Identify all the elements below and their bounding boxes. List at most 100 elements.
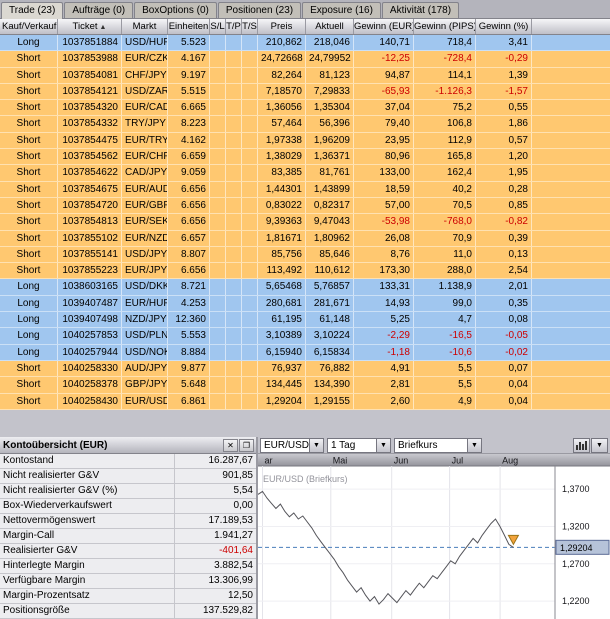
cell-sl [210, 214, 226, 230]
cell-tp [226, 132, 242, 149]
price-chart-svg: ar Mai Jun Jul Aug 1,3700 1,3200 1,2700 1,2200 1,… [258, 454, 610, 619]
tab-boxoptions-0[interactable]: BoxOptions (0) [134, 2, 217, 18]
price-chart[interactable]: ar Mai Jun Jul Aug 1,3700 1,3200 1,2700 1,2200 1,… [258, 454, 610, 619]
trade-row[interactable]: Short 1037854813 EUR/SEK 6.656 9,39363 9,4704… [0, 214, 610, 231]
column-header-gain-pips[interactable]: Gewinn (PIPS) [414, 19, 476, 34]
tab-exposure-16[interactable]: Exposure (16) [302, 2, 381, 18]
column-header-sl[interactable]: S/L [210, 19, 226, 34]
cell-current: 5,76857 [306, 279, 354, 295]
cell-gain-eur: 80,96 [354, 149, 414, 165]
trade-row[interactable]: Short 1037854622 CAD/JPY 9.059 83,385 81,761 1… [0, 165, 610, 182]
cell-ts [242, 230, 258, 246]
cell-units: 8.807 [168, 246, 210, 263]
instrument-select[interactable]: EUR/USD ▼ [260, 437, 324, 453]
trade-row[interactable]: Short 1037854675 EUR/AUD 6.656 1,44301 1,4389… [0, 181, 610, 198]
cell-filler [532, 361, 610, 376]
cell-side: Short [0, 360, 58, 377]
cell-side: Short [0, 83, 58, 100]
close-icon[interactable]: ✕ [223, 438, 238, 452]
trade-row[interactable]: Short 1037853988 EUR/CZK 4.167 24,72668 24,79… [0, 51, 610, 68]
tab-aktivität-178[interactable]: Aktivität (178) [381, 2, 460, 18]
account-row-label: Verfügbare Margin [0, 574, 175, 588]
cell-gain-pips: 165,8 [414, 149, 476, 165]
trade-row[interactable]: Short 1037854320 EUR/CAD 6.665 1,36056 1,3530… [0, 100, 610, 117]
column-header-side[interactable]: Kauf/Verkauf [0, 19, 58, 34]
trade-row[interactable]: Short 1037854720 EUR/GBP 6.656 0,83022 0,8231… [0, 197, 610, 215]
column-header-gain-pct[interactable]: Gewinn (%) [476, 19, 532, 34]
column-header-gain-eur[interactable]: Gewinn (EUR) [354, 19, 414, 34]
trade-row[interactable]: Short 1037854121 USD/ZAR 5.515 7,18570 7,2983… [0, 83, 610, 101]
cell-sl [210, 149, 226, 165]
trade-row[interactable]: Long 1040257944 USD/NOK 8.884 6,15940 6,15834… [0, 344, 610, 361]
trading-app-window: Trade (23) Aufträge (0) BoxOptions (0) Posi… [0, 0, 610, 619]
trade-row[interactable]: Long 1037851884 USD/HUF 5.523 210,862 218,046… [0, 35, 610, 52]
trade-row[interactable]: Short 1040258378 GBP/JPY 5.648 134,445 134,39… [0, 377, 610, 394]
cell-tp [226, 360, 242, 377]
cell-gain-eur: -2,29 [354, 328, 414, 344]
cell-gain-pips: 288,0 [414, 263, 476, 279]
cell-side: Short [0, 67, 58, 83]
cell-filler [532, 51, 610, 66]
column-header-ts[interactable]: T/S [242, 19, 258, 34]
chart-type-button[interactable] [573, 437, 590, 453]
interval-select[interactable]: 1 Tag ▼ [327, 437, 391, 453]
trade-row[interactable]: Long 1040257853 USD/PLN 5.553 3,10389 3,10224… [0, 328, 610, 345]
bar-chart-icon [576, 440, 587, 450]
price-type-select[interactable]: Briefkurs ▼ [394, 437, 482, 453]
tab-trade-23[interactable]: Trade (23) [1, 2, 64, 19]
cell-price: 1,97338 [258, 132, 306, 149]
cell-current: 81,123 [306, 67, 354, 83]
trade-row[interactable]: Short 1037854081 CHF/JPY 9.197 82,264 81,123 9… [0, 67, 610, 84]
trade-row[interactable]: Short 1037854562 EUR/CHF 6.659 1,38029 1,3637… [0, 149, 610, 166]
account-row-label: Positionsgröße [0, 604, 175, 618]
account-row-nettovermögenswert: Nettovermögenswert 17.189,53 [0, 514, 256, 529]
cell-gain-pct: 2,54 [476, 263, 532, 279]
cell-ticket: 1040258430 [58, 393, 122, 409]
cell-ticket: 1037855102 [58, 230, 122, 246]
cell-filler [532, 377, 610, 392]
cell-market: EUR/SEK [122, 214, 168, 230]
tab-bar: Trade (23) Aufträge (0) BoxOptions (0) Posi… [0, 0, 610, 19]
column-header-ticket[interactable]: Ticket ▲ [58, 19, 122, 34]
trade-row[interactable]: Long 1039407498 NZD/JPY 12.360 61,195 61,148 5… [0, 312, 610, 329]
cell-side: Short [0, 393, 58, 409]
sort-ascending-icon: ▲ [99, 24, 107, 31]
cell-sl [210, 197, 226, 214]
cell-gain-pips: 114,1 [414, 67, 476, 83]
column-header-current[interactable]: Aktuell [306, 19, 354, 34]
column-header-tp[interactable]: T/P [226, 19, 242, 34]
cell-market: EUR/CZK [122, 51, 168, 67]
trade-row[interactable]: Long 1039407487 EUR/HUF 4.253 280,681 281,671… [0, 295, 610, 313]
cell-units: 5.523 [168, 35, 210, 51]
trade-row[interactable]: Short 1037854475 EUR/TRY 4.162 1,97338 1,9620… [0, 132, 610, 150]
chevron-down-icon: ▼ [467, 438, 481, 452]
column-header-units[interactable]: Einheiten [168, 19, 210, 34]
trade-row[interactable]: Short 1037855102 EUR/NZD 6.657 1,81671 1,8096… [0, 230, 610, 247]
cell-gain-eur: -12,25 [354, 51, 414, 67]
popout-icon[interactable]: ❐ [239, 438, 254, 452]
cell-sl [210, 35, 226, 51]
cell-gain-eur: -65,93 [354, 83, 414, 100]
cell-gain-eur: 173,30 [354, 263, 414, 279]
month-label: Jul [452, 456, 464, 466]
cell-ts [242, 360, 258, 377]
trade-row[interactable]: Long 1038603165 USD/DKK 8.721 5,65468 5,76857… [0, 279, 610, 296]
trade-row[interactable]: Short 1037855141 USD/JPY 8.807 85,756 85,646 8… [0, 246, 610, 264]
svg-text:1,29204: 1,29204 [560, 543, 593, 553]
trade-row[interactable]: Short 1037855223 EUR/JPY 6.656 113,492 110,61… [0, 263, 610, 280]
cell-units: 4.167 [168, 51, 210, 67]
cell-price: 5,65468 [258, 279, 306, 295]
cell-price: 9,39363 [258, 214, 306, 230]
tab-aufträge-0[interactable]: Aufträge (0) [64, 2, 134, 18]
cell-ts [242, 263, 258, 279]
tab-positionen-23[interactable]: Positionen (23) [217, 2, 302, 18]
cell-filler [532, 35, 610, 50]
chart-title: EUR/USD (Briefkurs) [263, 474, 348, 484]
column-header-market[interactable]: Markt [122, 19, 168, 34]
account-panel-title: Kontoübersicht (EUR) [3, 439, 108, 451]
trade-row[interactable]: Short 1037854332 TRY/JPY 8.223 57,464 56,396 7… [0, 116, 610, 133]
trade-row[interactable]: Short 1040258430 EUR/USD 6.861 1,29204 1,2915… [0, 393, 610, 410]
column-header-price[interactable]: Preis [258, 19, 306, 34]
chart-options-button[interactable]: ▼ [591, 437, 608, 453]
trade-row[interactable]: Short 1040258330 AUD/JPY 9.877 76,937 76,882 4… [0, 360, 610, 378]
